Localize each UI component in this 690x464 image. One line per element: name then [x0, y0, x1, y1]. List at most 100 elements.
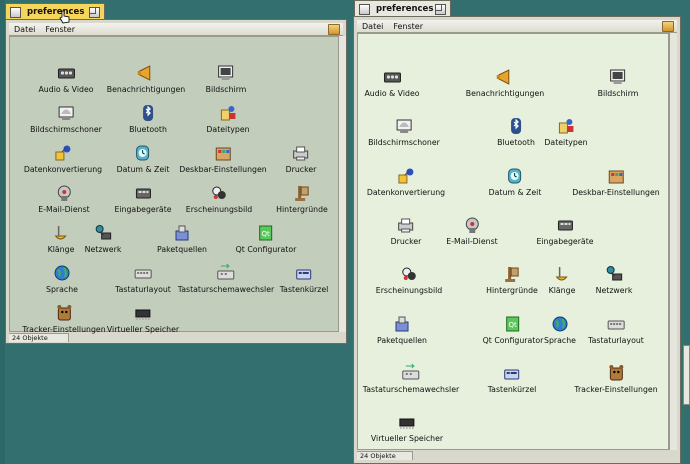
preference-item[interactable]: Benachrichtigungen: [107, 63, 185, 94]
preference-label: Hintergründe: [486, 286, 538, 295]
printer-icon: [396, 215, 416, 235]
preference-label: Tastenkürzel: [487, 385, 537, 394]
tracker-icon[interactable]: [662, 20, 674, 32]
preference-item[interactable]: Paketquellen: [377, 314, 427, 345]
preference-item[interactable]: Sprache: [544, 314, 576, 345]
preference-label: Bildschirm: [597, 89, 639, 98]
zoom-button[interactable]: [89, 6, 100, 18]
preference-label: Tastenkürzel: [279, 285, 329, 294]
preference-item[interactable]: Bluetooth: [129, 103, 167, 134]
preference-label: Bluetooth: [497, 138, 535, 147]
preference-item[interactable]: Netzwerk: [596, 264, 632, 295]
preference-item[interactable]: Deskbar-Einstellungen: [179, 143, 267, 174]
filetypes-icon: [218, 103, 238, 123]
vertical-scrollbar[interactable]: [669, 33, 677, 450]
preference-item[interactable]: Qt Qt Configurator: [483, 314, 543, 345]
preference-label: Eingabegeräte: [536, 237, 594, 246]
preference-label: Benachrichtigungen: [106, 85, 186, 94]
preference-item[interactable]: Datum & Zeit: [488, 166, 542, 197]
preference-item[interactable]: Tracker-Einstellungen: [22, 303, 106, 334]
preference-item[interactable]: Bildschirmschoner: [368, 116, 440, 147]
preference-item[interactable]: Bildschirm: [206, 63, 246, 94]
preference-item[interactable]: Hintergründe: [276, 183, 328, 214]
bluetooth-icon: [506, 116, 526, 136]
window-tab-right[interactable]: preferences: [354, 0, 451, 17]
preference-label: Netzwerk: [84, 245, 122, 254]
backgrounds-icon: [292, 183, 312, 203]
preference-item[interactable]: Hintergründe: [486, 264, 538, 295]
preference-item[interactable]: Eingabegeräte: [114, 183, 172, 214]
printer-icon: [291, 143, 311, 163]
preference-item[interactable]: Dateitypen: [544, 116, 588, 147]
tracker-icon: [54, 303, 74, 323]
preference-item[interactable]: Bildschirm: [597, 67, 639, 98]
icon-view[interactable]: Audio & Video Benachrichtigungen Bildschir…: [9, 36, 339, 334]
window-edge: [683, 345, 690, 405]
preference-item[interactable]: Datenkonvertierung: [24, 143, 102, 174]
preference-label: Tastaturlayout: [588, 336, 644, 345]
window-tab-left[interactable]: preferences: [5, 3, 105, 20]
menu-fenster[interactable]: Fenster: [40, 25, 80, 34]
preference-item[interactable]: Tastaturlayout: [115, 263, 171, 294]
preference-label: Tracker-Einstellungen: [574, 385, 658, 394]
preference-item[interactable]: Datenkonvertierung: [367, 166, 445, 197]
preference-label: Erscheinungsbild: [185, 205, 253, 214]
memory-chip-icon: [133, 303, 153, 323]
preference-item[interactable]: Audio & Video: [364, 67, 420, 98]
preference-item[interactable]: Tastaturschemawechsler: [363, 363, 459, 394]
keymap-switcher-icon: [401, 363, 421, 383]
preference-item[interactable]: Erscheinungsbild: [186, 183, 252, 214]
hand-cursor-icon: [59, 10, 70, 24]
zoom-button[interactable]: [435, 3, 446, 15]
svg-text:Qt: Qt: [262, 230, 271, 238]
preference-item[interactable]: Dateitypen: [206, 103, 250, 134]
preference-item[interactable]: Drucker: [391, 215, 421, 246]
tracker-icon[interactable]: [328, 23, 340, 35]
preference-label: Audio & Video: [38, 85, 94, 94]
preference-item[interactable]: E-Mail-Dienst: [38, 183, 90, 214]
preference-item[interactable]: Sprache: [46, 263, 78, 294]
preference-item[interactable]: Datum & Zeit: [117, 143, 169, 174]
preference-label: Dateitypen: [206, 125, 250, 134]
preference-item[interactable]: Eingabegeräte: [536, 215, 594, 246]
menu-datei[interactable]: Datei: [357, 22, 388, 31]
preference-label: Erscheinungsbild: [375, 286, 443, 295]
preference-item[interactable]: Audio & Video: [38, 63, 94, 94]
preference-item[interactable]: Klänge: [549, 264, 575, 295]
preference-item[interactable]: Erscheinungsbild: [376, 264, 442, 295]
preference-item[interactable]: Tastaturlayout: [588, 314, 644, 345]
preference-item[interactable]: Bildschirmschoner: [30, 103, 102, 134]
preference-item[interactable]: Qt Qt Configurator: [236, 223, 296, 254]
preference-item[interactable]: Paketquellen: [157, 223, 207, 254]
close-button[interactable]: [10, 6, 21, 18]
shortcuts-icon: [502, 363, 522, 383]
preference-item[interactable]: Drucker: [286, 143, 316, 174]
preference-item[interactable]: Deskbar-Einstellungen: [572, 166, 660, 197]
preference-item[interactable]: E-Mail-Dienst: [446, 215, 498, 246]
preference-item[interactable]: Virtueller Speicher: [371, 412, 443, 443]
repositories-icon: [172, 223, 192, 243]
menu-fenster[interactable]: Fenster: [388, 22, 428, 31]
preference-label: E-Mail-Dienst: [38, 205, 90, 214]
preference-item[interactable]: Tastaturschemawechsler: [178, 263, 274, 294]
preference-item[interactable]: Tastenkürzel: [279, 263, 329, 294]
clock-icon: [505, 166, 525, 186]
preference-item[interactable]: Benachrichtigungen: [466, 67, 544, 98]
preference-item[interactable]: Netzwerk: [84, 223, 122, 254]
preference-item[interactable]: Klänge: [48, 223, 74, 254]
preference-item[interactable]: Tastenkürzel: [487, 363, 537, 394]
preference-item[interactable]: Bluetooth: [497, 116, 535, 147]
icon-view[interactable]: Audio & Video Benachrichtigungen Bildschir…: [357, 33, 669, 450]
preference-item[interactable]: Tracker-Einstellungen: [574, 363, 658, 394]
audio-video-icon: [56, 63, 76, 83]
backgrounds-icon: [502, 264, 522, 284]
menu-datei[interactable]: Datei: [9, 25, 40, 34]
preference-label: Bluetooth: [129, 125, 167, 134]
preference-label: Datum & Zeit: [488, 188, 542, 197]
close-button[interactable]: [359, 3, 370, 15]
preference-label: Sprache: [46, 285, 78, 294]
memory-chip-icon: [397, 412, 417, 432]
vertical-scrollbar[interactable]: [338, 36, 346, 332]
preference-item[interactable]: Virtueller Speicher: [107, 303, 179, 334]
tracker-icon: [606, 363, 626, 383]
